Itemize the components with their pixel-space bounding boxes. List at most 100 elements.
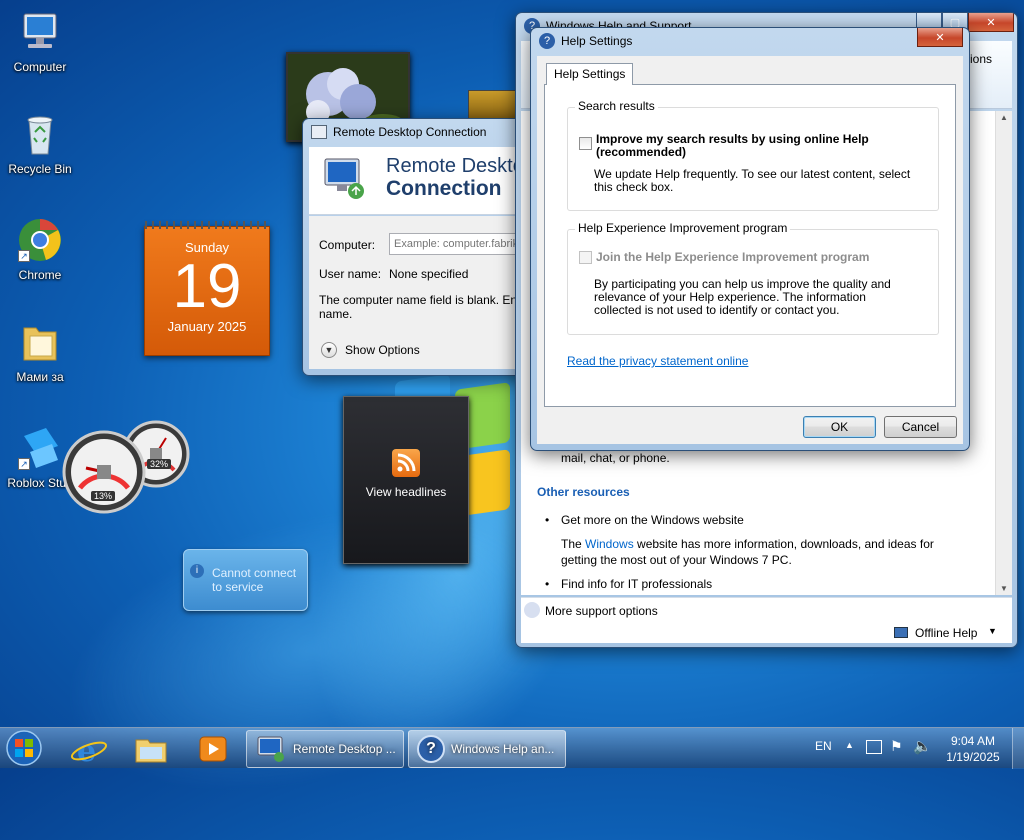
desktop-icon-recycle-bin[interactable]: Recycle Bin: [0, 110, 80, 176]
remote-desktop-icon: [311, 125, 327, 139]
help-icon: ?: [539, 33, 555, 49]
it-professionals-bullet: Find info for IT professionals: [561, 577, 713, 591]
calendar-month-year: January 2025: [167, 319, 247, 334]
taskbar-media-player[interactable]: [188, 730, 238, 768]
website-paragraph-line2: getting the most out of your Windows 7 P…: [561, 553, 792, 567]
improvement-description-line2: relevance of your Help experience. The i…: [594, 290, 866, 304]
options-button[interactable]: tions: [967, 52, 992, 66]
taskbar-task-help[interactable]: ? Windows Help an...: [408, 730, 566, 768]
view-headlines-link[interactable]: View headlines: [344, 485, 468, 499]
show-desktop-button[interactable]: [1012, 728, 1024, 769]
recycle-bin-icon: [16, 110, 64, 158]
feed-headlines-gadget[interactable]: View headlines: [343, 396, 469, 564]
computer-input[interactable]: [389, 233, 527, 255]
rdc-message-line2: name.: [319, 307, 353, 321]
website-bullet: Get more on the Windows website: [561, 513, 744, 527]
show-hidden-icons-icon[interactable]: ▲: [845, 740, 854, 750]
rdc-titlebar[interactable]: Remote Desktop Connection: [303, 119, 527, 145]
taskbar: e Remote Desktop ... ? Windows Help an..…: [0, 727, 1024, 769]
calendar-gadget[interactable]: Sunday 19 January 2025: [144, 221, 271, 356]
svg-text:e: e: [77, 734, 96, 768]
privacy-statement-link[interactable]: Read the privacy statement online: [567, 354, 748, 368]
offline-help-icon: [894, 627, 908, 638]
chrome-icon: ↗: [16, 216, 64, 264]
weather-gadget[interactable]: i Cannot connect to service: [183, 549, 308, 611]
slideshow-gadget-2[interactable]: [468, 90, 518, 120]
search-results-group-title: Search results: [575, 99, 658, 113]
taskbar-explorer[interactable]: [126, 730, 176, 768]
start-button[interactable]: [4, 729, 48, 767]
help-scrollbar[interactable]: ▲ ▼: [995, 111, 1012, 595]
folder-icon: [16, 318, 64, 366]
offline-help-dropdown[interactable]: Offline Help: [915, 626, 977, 640]
improve-search-label-line2[interactable]: (recommended): [596, 145, 686, 159]
desktop-icon-chrome[interactable]: ↗ Chrome: [0, 216, 80, 282]
clock-time[interactable]: 9:04 AM: [946, 734, 1000, 748]
scroll-down-icon[interactable]: ▼: [996, 584, 1012, 593]
media-player-icon: [199, 736, 227, 762]
desktop-icon-label: Chrome: [18, 268, 62, 282]
language-indicator[interactable]: EN: [815, 739, 832, 753]
remote-desktop-icon: [257, 736, 284, 762]
info-icon: i: [190, 564, 204, 578]
volume-icon[interactable]: 🔈: [913, 737, 932, 755]
desktop-icon-label: Recycle Bin: [8, 162, 72, 176]
action-center-icon[interactable]: [866, 740, 882, 754]
taskbar-task-remote-desktop[interactable]: Remote Desktop ...: [246, 730, 404, 768]
rss-icon: [392, 449, 420, 477]
cpu-meter-gadget[interactable]: 13% 32%: [62, 418, 190, 514]
improvement-description-line3: collected is not used to identify or con…: [594, 303, 840, 317]
desktop-icon-folder[interactable]: Мами за: [0, 318, 80, 384]
show-options-link[interactable]: Show Options: [345, 343, 420, 357]
windows-website-link[interactable]: Windows: [585, 537, 634, 551]
calendar-rings: [145, 221, 271, 229]
bullet-icon: •: [545, 513, 550, 527]
desktop-icon-label: Computer: [13, 60, 67, 74]
roblox-studio-icon: ↗: [16, 424, 64, 472]
rdc-message: The computer name field is blank. Enter …: [319, 293, 528, 307]
search-results-description: We update Help frequently. To see our la…: [594, 167, 911, 181]
shortcut-arrow-icon: ↗: [18, 250, 30, 262]
other-resources-heading: Other resources: [537, 485, 630, 499]
computer-label: Computer:: [319, 238, 376, 252]
search-results-group: [567, 107, 939, 211]
more-support-options-link[interactable]: More support options: [545, 604, 658, 618]
remote-desktop-window[interactable]: Remote Desktop Connection Remote Deskto …: [302, 118, 528, 376]
taskbar-ie[interactable]: e: [64, 730, 114, 769]
close-button[interactable]: ✕: [968, 13, 1014, 32]
desktop-icon-label: Мами за: [16, 370, 64, 384]
bullet-icon: •: [545, 577, 550, 591]
taskbar-task-label: Windows Help an...: [451, 742, 555, 756]
help-settings-titlebar[interactable]: ? Help Settings: [531, 28, 969, 54]
tab-help-settings[interactable]: Help Settings: [546, 63, 634, 85]
help-footer: More support options Offline Help ▼: [521, 597, 1012, 643]
chevron-down-icon[interactable]: ▼: [321, 342, 337, 358]
scroll-up-icon[interactable]: ▲: [996, 113, 1012, 122]
search-results-description-line2: this check box.: [594, 180, 674, 194]
improve-search-checkbox[interactable]: [579, 137, 592, 150]
cancel-button[interactable]: Cancel: [884, 416, 957, 438]
clock-date[interactable]: 1/19/2025: [942, 750, 1004, 764]
improvement-program-group-title: Help Experience Improvement program: [575, 221, 791, 235]
rdc-banner-icon: [324, 158, 364, 199]
computer-icon: [16, 8, 64, 56]
cpu-percent: 13%: [91, 491, 116, 501]
chevron-down-icon[interactable]: ▼: [988, 626, 997, 636]
shortcut-arrow-icon: ↗: [18, 458, 30, 470]
dialog-body: Help Settings Search results Improve my …: [537, 56, 963, 444]
ok-button[interactable]: OK: [803, 416, 876, 438]
username-label: User name:: [319, 267, 382, 281]
memory-percent: 32%: [147, 459, 172, 469]
flag-icon[interactable]: ⚑: [890, 738, 903, 755]
help-settings-dialog[interactable]: ? Help Settings ✕ Help Settings Search r…: [530, 27, 970, 451]
join-program-label[interactable]: Join the Help Experience Improvement pro…: [596, 250, 869, 264]
windows-start-icon: [6, 730, 42, 766]
website-paragraph: The Windows website has more information…: [561, 537, 934, 551]
help-icon: ?: [417, 735, 445, 763]
desktop-icon-computer[interactable]: Computer: [0, 8, 80, 74]
rdc-banner-line1: Remote Deskto: [386, 155, 524, 177]
improve-search-label[interactable]: Improve my search results by using onlin…: [596, 132, 869, 146]
taskbar-task-label: Remote Desktop ...: [293, 742, 396, 756]
join-program-checkbox[interactable]: [579, 251, 592, 264]
close-button[interactable]: ✕: [917, 28, 963, 47]
